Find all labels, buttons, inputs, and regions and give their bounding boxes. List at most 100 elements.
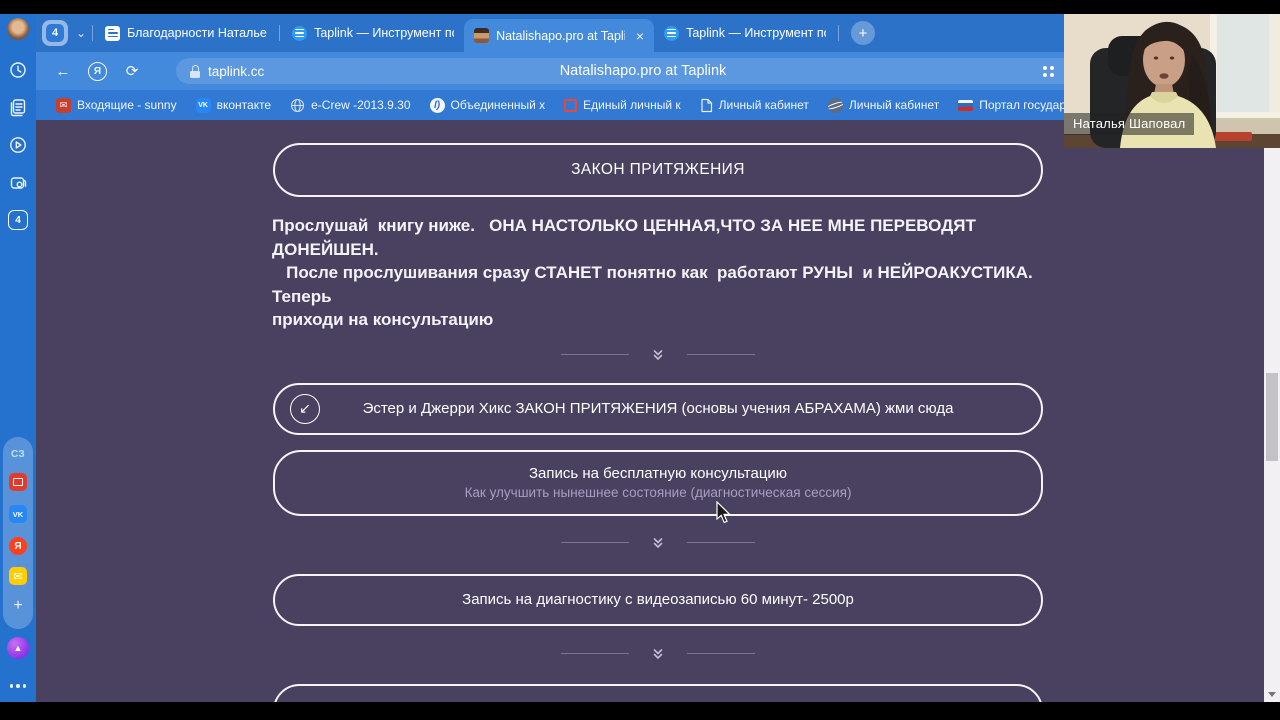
taplink-favicon (664, 25, 680, 41)
photo-favicon (474, 28, 490, 43)
history-icon[interactable] (8, 60, 28, 80)
add-service-button[interactable]: + (9, 597, 27, 615)
link-audiobook[interactable]: ↙ Эстер и Джерри Хикс ЗАКОН ПРИТЯЖЕНИЯ (… (273, 382, 1043, 435)
scrollbar-thumb[interactable] (1266, 373, 1278, 461)
tab-separator (838, 25, 840, 41)
tab-counter-badge: 4 (42, 20, 68, 46)
scrollbar[interactable] (1264, 120, 1280, 702)
bookmark-label: вконтакте (216, 98, 272, 112)
webcam-name-label: Наталья Шаповал (1064, 113, 1195, 135)
tab-blagodarnosti[interactable]: Благодарности Наталье о (95, 14, 277, 52)
service-sz-icon[interactable]: СЗ (9, 445, 27, 463)
bookmark-label: e-Crew -2013.9.30 (311, 98, 411, 112)
bookmark-label: Личный кабинет (848, 98, 940, 112)
bookmark-lichny-kabinet-2[interactable]: Личный кабинет (827, 97, 940, 113)
plus-icon: + (858, 24, 868, 42)
profile-avatar[interactable] (7, 18, 29, 40)
tab-title: Благодарности Наталье о (127, 26, 268, 40)
service-sz-label: СЗ (11, 448, 25, 460)
tab-title: Taplink — Инструмент по (314, 26, 455, 40)
url-text[interactable]: taplink.cc (208, 64, 264, 79)
video-play-icon[interactable] (8, 135, 28, 155)
screen: 4 СЗ VK Я ✉ + ▲ 4 ⌄ Благодарности Наталь… (0, 0, 1280, 720)
tab-separator (279, 25, 281, 41)
address-bar[interactable]: taplink.cc Natalishapo.pro at Taplink (176, 58, 1110, 84)
bookmark-inbox[interactable]: ✉ Входящие - sunny (56, 97, 177, 113)
tab-taplink-2[interactable]: Taplink — Инструмент по (654, 14, 836, 52)
header-pill-label: ЗАКОН ПРИТЯЖЕНИЯ (571, 161, 745, 178)
bookmark-ediny-lichny[interactable]: Единый личный к (564, 98, 681, 112)
sidebar-more-button[interactable] (8, 684, 28, 688)
link-diagnostic-5000[interactable]: Запись на диагностику предпринимателя в … (273, 683, 1043, 702)
tab-count-square[interactable]: 4 (8, 210, 28, 230)
page-title: Natalishapo.pro at Taplink (559, 63, 727, 79)
intro-text: Прослушай книгу ниже. ОНА НАСТОЛЬКО ЦЕНН… (272, 216, 1033, 329)
mail-glyph: ✉ (13, 570, 23, 583)
bookmark-lichny-kabinet-1[interactable]: Личный кабинет (700, 98, 809, 113)
collections-icon[interactable] (1043, 65, 1054, 77)
screenshot-icon[interactable] (8, 173, 28, 193)
link-free-consultation[interactable]: Запись на бесплатную консультацию Как ул… (273, 449, 1043, 516)
mouse-cursor (716, 500, 733, 530)
new-tab-button[interactable]: + (851, 21, 876, 45)
chevron-down-icon[interactable]: ⌄ (72, 26, 90, 40)
scrollbar-down-button[interactable] (1264, 688, 1280, 700)
section-divider (273, 348, 1043, 362)
mail-icon[interactable]: ✉ (9, 567, 27, 585)
link-label: Эстер и Джерри Хикс ЗАКОН ПРИТЯЖЕНИЯ (ос… (362, 400, 954, 417)
yandex-icon[interactable]: Я (9, 537, 27, 555)
lock-icon[interactable] (190, 64, 200, 78)
tab-natalishapo-active[interactable]: Natalishapo.pro at Tapli × (464, 19, 655, 52)
link-diagnostic-2500[interactable]: Запись на диагностику с видеозаписью 60 … (273, 573, 1043, 626)
arrow-down-left-icon: ↙ (290, 393, 320, 424)
tab-taplink-1[interactable]: Taplink — Инструмент по (282, 14, 464, 52)
bookmark-vkontakte[interactable]: VK вконтакте (195, 97, 272, 113)
mail-bookmark-icon: ✉ (56, 97, 71, 113)
globe-icon (290, 98, 305, 113)
feed-icon[interactable] (8, 97, 28, 117)
swirl-icon: ſ) (429, 97, 445, 113)
section-divider (273, 536, 1043, 550)
bookmark-obedinenny[interactable]: ſ) Объединенный х (429, 97, 545, 113)
refresh-button[interactable]: ⟳ (117, 62, 147, 80)
alice-assistant-icon[interactable]: ▲ (7, 637, 29, 659)
red-square-icon (564, 98, 578, 112)
tab-counter-value: 4 (46, 24, 64, 42)
tab-title: Taplink — Инструмент по (686, 26, 827, 40)
back-button[interactable]: ← (48, 63, 78, 80)
bookmark-ecrew[interactable]: e-Crew -2013.9.30 (290, 98, 411, 113)
webcam-name: Наталья Шаповал (1073, 116, 1186, 131)
orbit-globe-icon (827, 97, 843, 113)
vk-bookmark-icon: VK (195, 97, 211, 113)
document-icon (700, 98, 713, 113)
vk-icon[interactable]: VK (9, 505, 27, 523)
bookmark-label: Входящие - sunny (77, 98, 177, 112)
yandex-label: Я (14, 540, 22, 552)
plus-glyph: + (13, 597, 23, 614)
link-label: Запись на бесплатную консультацию (528, 465, 788, 482)
bookmark-label: Единый личный к (583, 98, 681, 112)
alice-glyph: ▲ (13, 643, 23, 653)
letterbox-bottom (0, 702, 1280, 720)
section-divider (273, 647, 1043, 661)
double-chevron-down-icon (653, 648, 663, 659)
link-sublabel: Как улучшить нынешнее состояние (диагнос… (464, 485, 852, 500)
double-chevron-down-icon (653, 537, 663, 548)
bookmark-label: Личный кабинет (718, 98, 809, 112)
doc-favicon (105, 25, 121, 41)
tab-count-square-value: 4 (15, 214, 21, 226)
tab-title: Natalishapo.pro at Tapli (496, 28, 625, 43)
service-screen-icon[interactable] (9, 473, 27, 491)
link-label: Запись на диагностику с видеозаписью 60 … (462, 591, 854, 608)
yandex-browser-icon[interactable]: Я (88, 61, 107, 81)
header-pill[interactable]: ЗАКОН ПРИТЯЖЕНИЯ (273, 143, 1043, 197)
sidebar-services-panel: СЗ VK Я ✉ + (3, 437, 33, 629)
letterbox-top (0, 0, 1280, 14)
russian-flag-icon (958, 99, 974, 111)
browser-sidebar: 4 СЗ VK Я ✉ + ▲ (0, 14, 36, 702)
bookmark-gosuslugi[interactable]: Портал государст (958, 98, 1078, 112)
close-tab-icon[interactable]: × (632, 28, 644, 44)
tab-counter[interactable]: 4 ⌄ (42, 20, 90, 46)
webcam-overlay: Наталья Шаповал (1064, 14, 1280, 148)
taplink-favicon (292, 25, 308, 41)
